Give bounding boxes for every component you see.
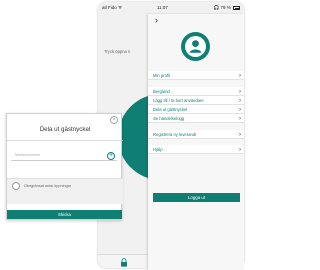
dialog-title: Dela ut gästnyckel <box>39 126 91 133</box>
menu-item-label: Dela ut gästnyckel <box>153 107 188 112</box>
clock: 11:07 <box>157 5 168 10</box>
menu-item-guest-key[interactable]: Dela ut gästnyckel › <box>148 105 244 114</box>
send-label: Skicka <box>58 212 71 217</box>
carrier-label: atl Fido ᯤ <box>102 5 123 10</box>
menu-item-manage-users[interactable]: Lägg till / ta bort användare › <box>148 96 244 105</box>
phone-number-field[interactable]: Telefonnummer + <box>11 151 117 161</box>
menu-item-register-supplier[interactable]: Registrera ny leverandr › <box>148 130 244 139</box>
unlimited-openings-checkbox[interactable] <box>12 182 20 190</box>
menu-item-label: Se händelselogg <box>153 116 185 121</box>
guest-key-dialog: × Dela ut gästnyckel Telefonnummer + Obe… <box>6 113 123 220</box>
menu-item-event-log[interactable]: Se händelselogg › <box>148 114 244 123</box>
chevron-right-icon: › <box>239 146 241 153</box>
menu-item-my-profile[interactable]: Min profil › <box>148 71 244 80</box>
chevron-right-icon: › <box>239 97 241 104</box>
battery-icon <box>233 6 240 10</box>
chevron-right-icon: › <box>239 72 241 79</box>
options-section: Obegränsat antal öppningar <box>7 178 123 204</box>
logout-button[interactable]: Logga ut <box>153 193 240 202</box>
add-icon[interactable]: + <box>107 152 115 160</box>
menu-item-label: Lägg till / ta bort användare <box>153 98 204 103</box>
menu-item-label: Registrera ny leverandr <box>153 132 197 137</box>
chevron-right-icon: › <box>239 131 241 138</box>
menu-item-label: Hjälp <box>153 147 163 152</box>
main-instruction: Tryck öppna n <box>104 49 131 54</box>
send-button[interactable]: Skicka <box>7 210 122 219</box>
unlimited-openings-label: Obegränsat antal öppningar <box>24 184 72 188</box>
close-icon[interactable]: × <box>110 116 118 124</box>
menu-item-label: Berglund <box>153 89 170 94</box>
side-menu: › Min profil › Berglund › Lägg till / ta… <box>148 14 244 270</box>
avatar[interactable] <box>181 32 210 61</box>
menu-item-berglund[interactable]: Berglund › <box>148 87 244 96</box>
user-icon <box>185 36 206 57</box>
chevron-right-icon: › <box>239 106 241 113</box>
status-bar: atl Fido ᯤ 11:07 🎧 79 % <box>98 2 244 13</box>
chevron-right-icon: › <box>239 88 241 95</box>
lock-icon[interactable] <box>120 258 128 267</box>
phone-number-placeholder: Telefonnummer <box>14 153 41 157</box>
chevron-right-icon: › <box>239 115 241 122</box>
battery-status: 🎧 79 % <box>214 5 240 11</box>
menu-item-help[interactable]: Hjälp › <box>148 145 244 154</box>
menu-item-label: Min profil <box>153 73 170 78</box>
chevron-right-icon[interactable]: › <box>155 16 158 25</box>
divider <box>7 140 123 141</box>
logout-label: Logga ut <box>187 195 206 200</box>
battery-label: 🎧 79 % <box>213 5 231 10</box>
